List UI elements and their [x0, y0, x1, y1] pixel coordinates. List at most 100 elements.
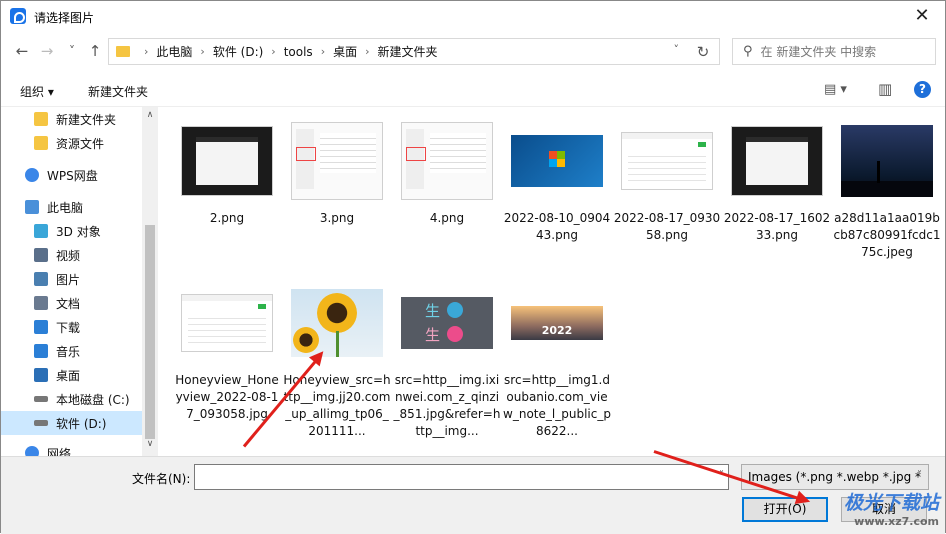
thumb-text: 生: [425, 302, 441, 320]
sidebar-item[interactable]: 网络: [1, 441, 142, 457]
sidebar-item[interactable]: 桌面: [1, 363, 142, 387]
close-button[interactable]: ✕: [899, 1, 945, 32]
sidebar-item-label: 3D 对象: [56, 224, 101, 239]
sidebar-item-label: 此电脑: [47, 200, 84, 215]
refresh-button[interactable]: ↻: [687, 38, 720, 65]
file-name: a28d11a1aa019bcb87c80991fcdc175c.jpeg: [833, 211, 941, 259]
sidebar-item[interactable]: 新建文件夹: [1, 107, 142, 131]
sidebar-item[interactable]: 资源文件: [1, 131, 142, 155]
recent-locations-chevron-icon[interactable]: ˅: [62, 41, 82, 61]
image-thumbnail: [621, 132, 713, 190]
thumb-ground: [841, 181, 933, 197]
sidebar-item-label: 新建文件夹: [56, 112, 117, 127]
up-arrow-icon[interactable]: ↑: [85, 41, 105, 61]
breadcrumb-drive-d[interactable]: 软件 (D:): [213, 43, 263, 60]
folder-icon: [34, 136, 48, 150]
address-dropdown-chevron-icon[interactable]: ˅: [674, 43, 680, 56]
help-icon[interactable]: ?: [914, 81, 931, 98]
breadcrumb-separator: ›: [144, 45, 149, 58]
document-icon: [34, 296, 48, 310]
image-thumbnail: 2022: [511, 306, 603, 340]
sidebar-item-label: 资源文件: [56, 136, 105, 151]
drive-icon: [34, 396, 48, 402]
forward-arrow-icon[interactable]: →: [37, 41, 57, 61]
image-thumbnail: [291, 289, 383, 357]
breadcrumb-new-folder[interactable]: 新建文件夹: [378, 43, 438, 60]
back-arrow-icon[interactable]: ←: [12, 41, 32, 61]
breadcrumb-separator[interactable]: ›: [365, 45, 369, 58]
navigation-pane: 新建文件夹资源文件 WPS网盘此电脑 3D 对象视频图片 文档下载音乐 桌面 本地磁盘 (…: [1, 107, 158, 457]
breadcrumb-separator[interactable]: ›: [200, 45, 204, 58]
sidebar-item-label: 下载: [56, 320, 81, 335]
scroll-up-icon[interactable]: ∧: [142, 110, 158, 120]
folder-icon: [34, 112, 48, 126]
thumbnail-frame: [832, 112, 942, 210]
sidebar-item[interactable]: 本地磁盘 (C:): [1, 387, 142, 411]
sidebar-item[interactable]: 软件 (D:): [1, 411, 142, 435]
download-icon: [34, 320, 48, 334]
new-folder-button[interactable]: 新建文件夹: [88, 83, 148, 100]
title-bar: 请选择图片 ✕: [1, 1, 945, 32]
scroll-thumb[interactable]: [145, 225, 155, 439]
thumb-lines: [430, 133, 486, 173]
thumbnail-frame: [172, 274, 282, 372]
address-bar[interactable]: › 此电脑 › 软件 (D:) › tools › 桌面 › 新建文件夹 ˅: [108, 38, 720, 65]
breadcrumb-tools[interactable]: tools: [284, 45, 313, 59]
thumb-green-button: [258, 304, 266, 309]
thumb-lines: [188, 313, 266, 343]
music-icon: [34, 344, 48, 358]
app-logo-icon: [10, 8, 26, 24]
thumb-tree: [877, 161, 880, 183]
cloud-icon: [25, 168, 39, 182]
organize-menu[interactable]: 组织 ▾: [20, 83, 54, 100]
thumbnail-frame: [282, 274, 392, 372]
image-thumbnail: [181, 294, 273, 352]
search-icon: ⚲: [743, 44, 753, 59]
sidebar-item[interactable]: 图片: [1, 267, 142, 291]
command-toolbar: 组织 ▾ 新建文件夹 ▤ ▾ ▥ ?: [1, 74, 945, 107]
thumbnail-frame: [612, 112, 722, 210]
sidebar-item[interactable]: 文档: [1, 291, 142, 315]
image-thumbnail: [731, 126, 823, 196]
search-placeholder: 在 新建文件夹 中搜索: [760, 45, 877, 59]
image-thumbnail: [401, 122, 493, 200]
sidebar-item[interactable]: 视频: [1, 243, 142, 267]
sidebar-scrollbar[interactable]: ∧ ∨: [142, 107, 158, 457]
thumb-circle: [447, 302, 463, 318]
file-name: 2022-08-17_093058.png: [613, 211, 721, 242]
sidebar-item[interactable]: 3D 对象: [1, 219, 142, 243]
sidebar-item[interactable]: 此电脑: [1, 195, 142, 219]
open-button[interactable]: 打开(O): [742, 497, 828, 522]
thumb-highlight: [406, 147, 426, 161]
file-type-select[interactable]: Images (*.png *.webp *.jpg * ˅: [741, 464, 929, 490]
thumb-window: [196, 137, 258, 185]
thumbnail-frame: [722, 112, 832, 210]
breadcrumb-desktop[interactable]: 桌面: [333, 43, 357, 60]
cube-icon: [34, 224, 48, 238]
breadcrumb-separator[interactable]: ›: [321, 45, 325, 58]
search-input[interactable]: ⚲ 在 新建文件夹 中搜索: [732, 38, 936, 65]
image-thumbnail: [291, 122, 383, 200]
file-open-dialog: 请选择图片 ✕ ← → ˅ ↑ › 此电脑 › 软件 (D:) › tools …: [0, 0, 946, 534]
watermark-url: www.xz7.com: [854, 515, 939, 528]
file-name: src=http__img1.doubanio.com_view_note_l_…: [503, 373, 611, 438]
breadcrumb-this-pc[interactable]: 此电脑: [156, 43, 192, 60]
image-thumbnail: [181, 126, 273, 196]
sidebar-item-label: 视频: [56, 248, 81, 263]
thumbnail-frame: [172, 112, 282, 210]
scroll-down-icon[interactable]: ∨: [142, 439, 158, 449]
sidebar-item[interactable]: 下载: [1, 315, 142, 339]
window-title: 请选择图片: [34, 11, 95, 25]
breadcrumb-separator[interactable]: ›: [271, 45, 275, 58]
view-options-icon[interactable]: ▤ ▾: [824, 82, 847, 97]
sidebar-item[interactable]: 音乐: [1, 339, 142, 363]
thumb-header: [182, 295, 272, 301]
image-thumbnail: [841, 125, 933, 197]
thumbnail-frame: [282, 112, 392, 210]
sidebar-item[interactable]: WPS网盘: [1, 163, 142, 187]
filename-input[interactable]: ˅: [194, 464, 729, 490]
computer-icon: [25, 200, 39, 214]
image-thumbnail: [511, 135, 603, 187]
preview-pane-icon[interactable]: ▥: [878, 80, 892, 98]
watermark-logo: 极光下载站 www.xz7.com: [844, 488, 939, 528]
